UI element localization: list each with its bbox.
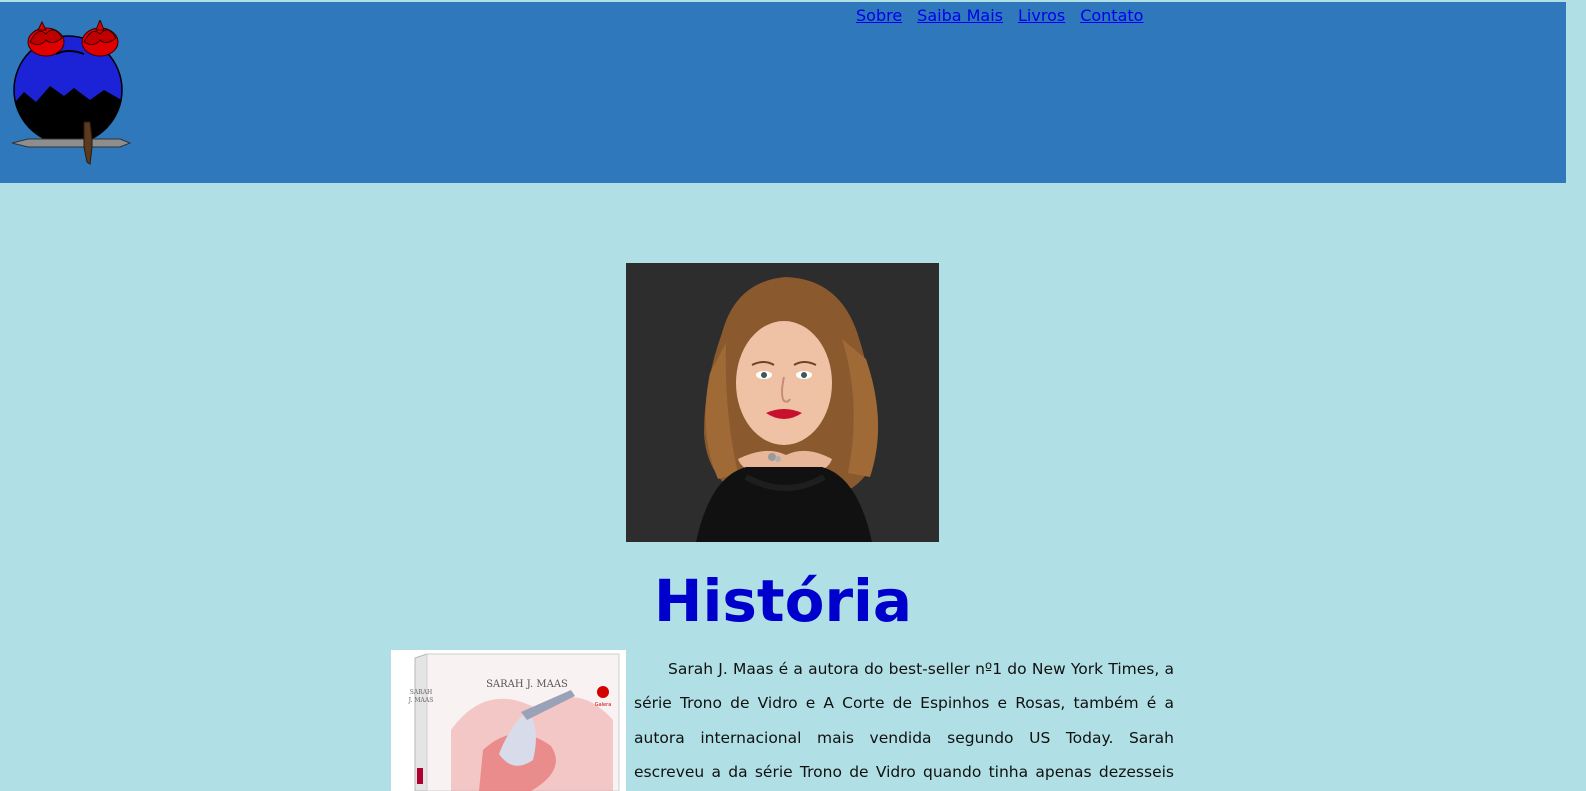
- spine-author-line2: J. MAAS: [408, 697, 434, 704]
- scrollbar-track[interactable]: [1566, 0, 1586, 791]
- author-portrait-image: [626, 263, 939, 542]
- top-nav: Sobre Saiba Mais Livros Contato: [856, 6, 1143, 30]
- nav-link-saiba-mais[interactable]: Saiba Mais: [917, 6, 1003, 30]
- cover-publisher-text: Galera: [595, 702, 612, 708]
- nav-link-sobre[interactable]: Sobre: [856, 6, 902, 30]
- biography-paragraph: Sarah J. Maas é a autora do best-seller …: [634, 660, 1174, 781]
- page: Sobre Saiba Mais Livros Contato História…: [0, 0, 1586, 791]
- author-photo: [626, 263, 939, 542]
- nav-link-livros[interactable]: Livros: [1018, 6, 1065, 30]
- rose-sword-emblem-icon: [11, 18, 132, 165]
- spine-author-line1: SARAH: [410, 689, 433, 696]
- book-cover-image: SARAH J. MAAS Galera SARAH J. MAAS: [391, 650, 626, 791]
- book-cover-art: SARAH J. MAAS Galera SARAH J. MAAS: [391, 650, 626, 791]
- nav-link-contato[interactable]: Contato: [1080, 6, 1143, 30]
- site-header: Sobre Saiba Mais Livros Contato: [0, 2, 1566, 183]
- section-title: História: [653, 567, 913, 635]
- site-logo[interactable]: [8, 18, 134, 166]
- cover-author-text: SARAH J. MAAS: [486, 679, 568, 690]
